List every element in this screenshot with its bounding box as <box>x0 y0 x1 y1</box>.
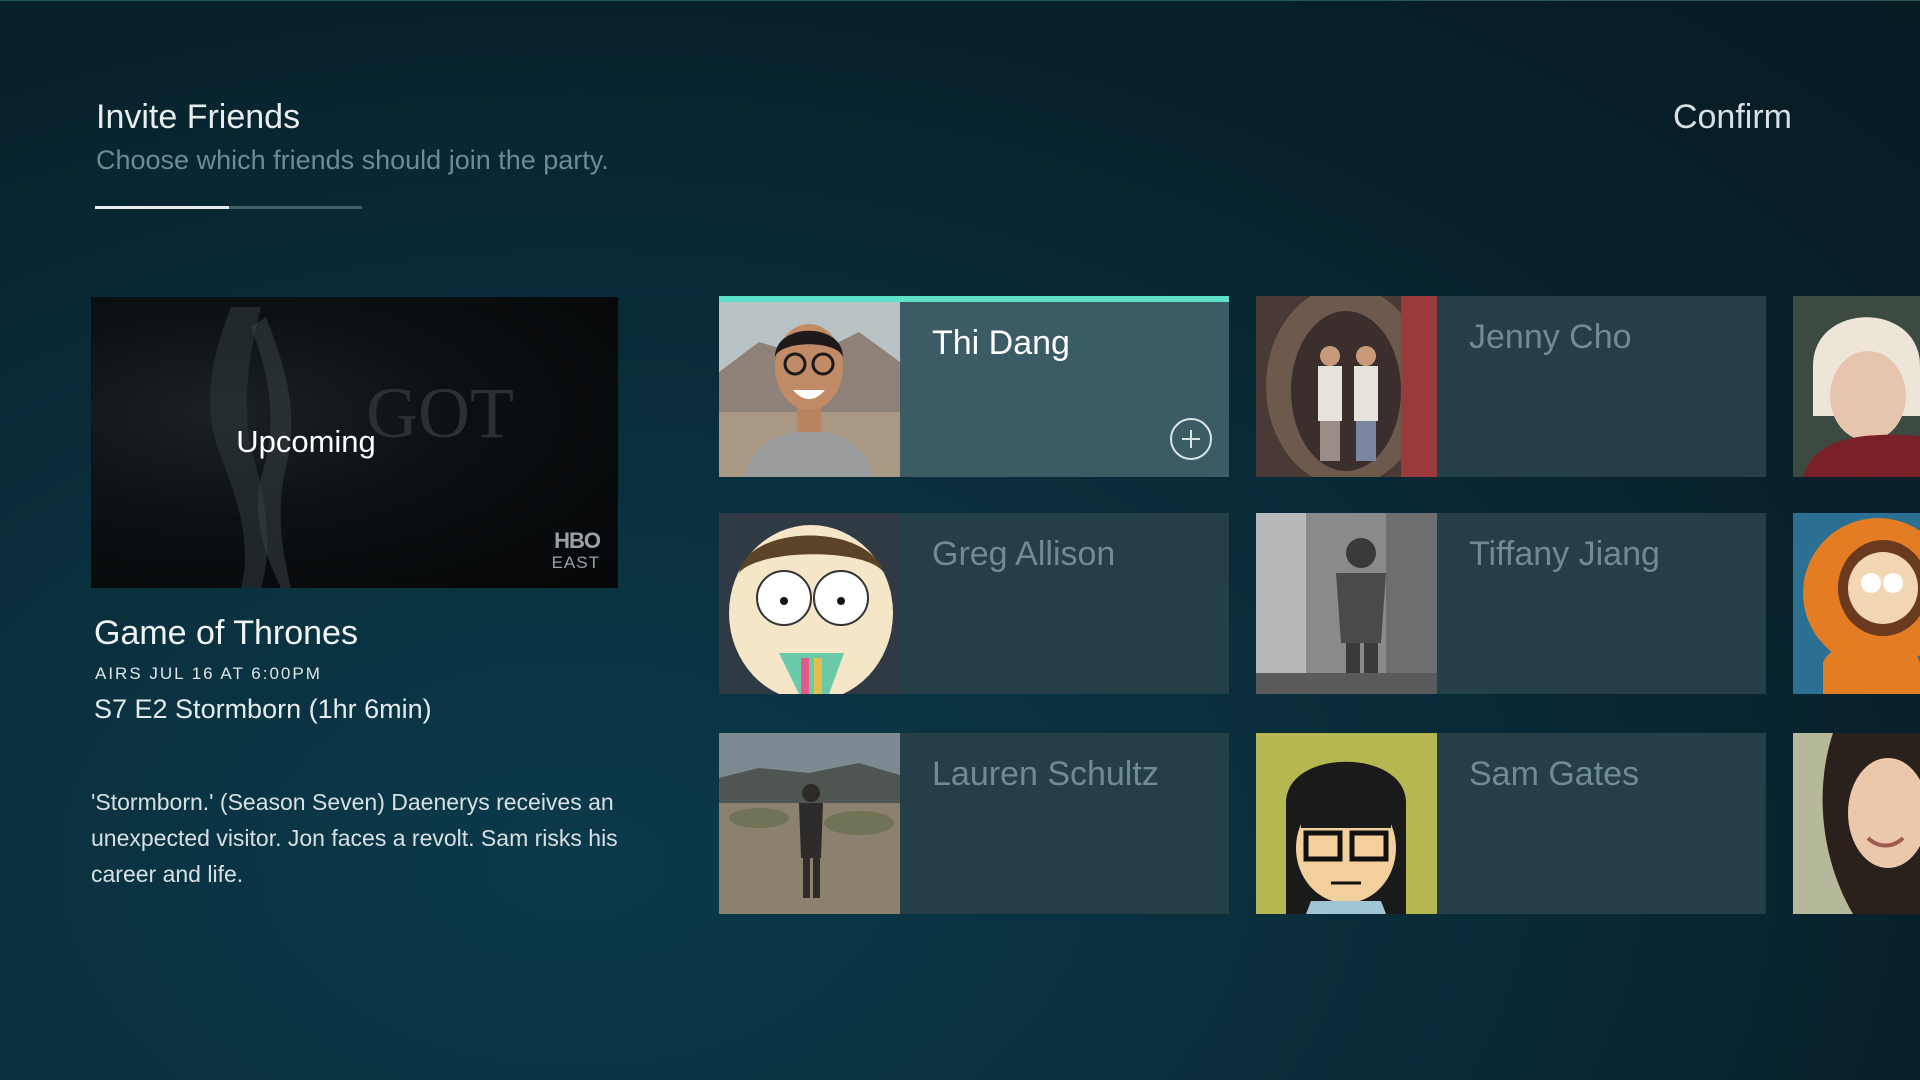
confirm-button[interactable]: Confirm <box>1673 98 1792 137</box>
episode-info: S7 E2 Stormborn (1hr 6min) <box>94 694 432 724</box>
network-name: HBO <box>554 528 601 553</box>
avatar <box>1793 296 1920 477</box>
friend-card-lauren-schultz[interactable]: Lauren Schultz <box>719 733 1229 914</box>
friend-card-tiffany-jiang[interactable]: Tiffany Jiang <box>1256 513 1766 694</box>
add-friend-button[interactable] <box>1170 418 1212 460</box>
friend-name: Lauren Schultz <box>932 755 1159 793</box>
avatar <box>719 302 900 477</box>
avatar <box>1793 733 1920 914</box>
upcoming-label: Upcoming <box>236 424 376 459</box>
friend-name: Jenny Cho <box>1469 318 1632 356</box>
avatar <box>719 513 900 694</box>
air-time: AIRS JUL 16 AT 6:00PM <box>95 664 322 683</box>
top-divider <box>0 0 1920 1</box>
page-subtitle: Choose which friends should join the par… <box>96 145 609 175</box>
page-title: Invite Friends <box>96 98 301 136</box>
avatar <box>1256 296 1437 477</box>
episode-description: 'Stormborn.' (Season Seven) Daenerys rec… <box>91 789 618 887</box>
friend-card-peek[interactable] <box>1793 296 1920 477</box>
friend-name: Tiffany Jiang <box>1469 535 1660 573</box>
avatar <box>719 733 900 914</box>
friend-card-peek[interactable] <box>1793 733 1920 914</box>
friend-card-sam-gates[interactable]: Sam Gates <box>1256 733 1766 914</box>
network-region: EAST <box>551 553 600 572</box>
network-logo: HBO EAST <box>551 528 601 574</box>
show-title: Game of Thrones <box>94 614 358 652</box>
friend-name: Sam Gates <box>1469 755 1640 793</box>
avatar <box>1256 733 1437 914</box>
friend-name: Thi Dang <box>932 324 1070 362</box>
step-progress-bar <box>95 206 362 209</box>
friend-card-thi-dang[interactable]: Thi Dang <box>719 302 1229 477</box>
friend-card-peek[interactable] <box>1793 513 1920 694</box>
friend-card-jenny-cho[interactable]: Jenny Cho <box>1256 296 1766 477</box>
avatar <box>1793 513 1920 694</box>
step-progress-fill <box>95 206 229 209</box>
friend-name: Greg Allison <box>932 535 1116 573</box>
show-thumbnail[interactable]: GOT Upcoming HBO EAST <box>91 297 618 588</box>
avatar <box>1256 513 1437 694</box>
friend-card-greg-allison[interactable]: Greg Allison <box>719 513 1229 694</box>
